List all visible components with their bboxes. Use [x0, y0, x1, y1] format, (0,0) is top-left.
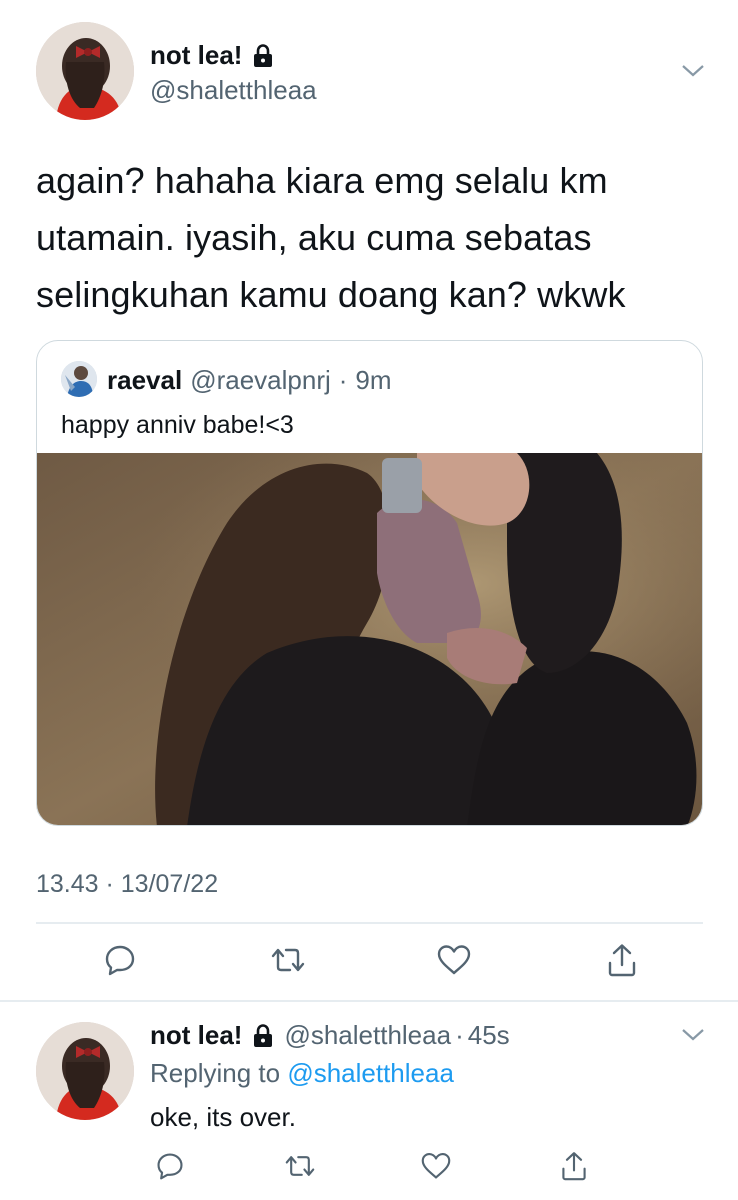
chevron-down-icon[interactable] — [680, 1026, 706, 1044]
avatar-photo — [36, 1022, 134, 1120]
reply-icon[interactable] — [152, 1148, 188, 1184]
reply-time[interactable]: 45s — [468, 1020, 510, 1051]
tweet-actions — [0, 938, 738, 984]
replying-mention-link[interactable]: @shaletthleaa — [287, 1058, 454, 1088]
author-name[interactable]: not lea! — [150, 40, 274, 71]
avatar-photo — [36, 22, 134, 120]
tweet-timestamp[interactable]: 13.43 · 13/07/22 — [36, 870, 218, 899]
main-tweet: not lea! @shaletthleaa again? hahaha kia… — [0, 0, 738, 1000]
share-icon[interactable] — [604, 942, 640, 978]
reply-header: not lea! @shaletthleaa · 45s — [150, 1020, 510, 1051]
quote-separator: · — [338, 365, 348, 395]
tweet-separator — [0, 1000, 738, 1002]
retweet-icon[interactable] — [270, 942, 306, 978]
divider — [36, 922, 703, 924]
quote-tweet-card[interactable]: raeval @raevalpnrj · 9m happy anniv babe… — [36, 340, 703, 826]
quote-avatar — [61, 361, 97, 397]
reply-author-name[interactable]: not lea! — [150, 1020, 242, 1051]
author-handle[interactable]: @shaletthleaa — [150, 75, 317, 106]
reply-author-handle[interactable]: @shaletthleaa — [284, 1020, 451, 1051]
replying-prefix: Replying to — [150, 1058, 281, 1088]
heart-icon[interactable] — [436, 942, 472, 978]
quote-header: raeval @raevalpnrj · 9m — [107, 365, 392, 396]
heart-icon[interactable] — [418, 1148, 454, 1184]
quote-author-name[interactable]: raeval — [107, 365, 182, 396]
avatar[interactable] — [36, 22, 134, 120]
quote-time[interactable]: 9m — [355, 365, 391, 396]
author-name-text: not lea! — [150, 40, 243, 70]
tweet-text: again? hahaha kiara emg selalu km utamai… — [36, 160, 626, 315]
avatar[interactable] — [36, 1022, 134, 1120]
replying-to: Replying to @shaletthleaa — [150, 1058, 454, 1089]
chevron-down-icon[interactable] — [680, 62, 706, 80]
retweet-icon[interactable] — [282, 1148, 318, 1184]
quote-text: happy anniv babe!<3 — [61, 411, 294, 439]
quote-photo[interactable] — [37, 453, 702, 825]
share-icon[interactable] — [556, 1148, 592, 1184]
quote-author-handle[interactable]: @raevalpnrj — [190, 365, 331, 396]
reply-actions — [0, 1146, 738, 1186]
lock-icon — [252, 43, 274, 68]
reply-icon[interactable] — [102, 942, 138, 978]
lock-icon — [252, 1023, 274, 1048]
reply-separator: · — [455, 1020, 464, 1050]
reply-text: oke, its over. — [150, 1102, 296, 1132]
